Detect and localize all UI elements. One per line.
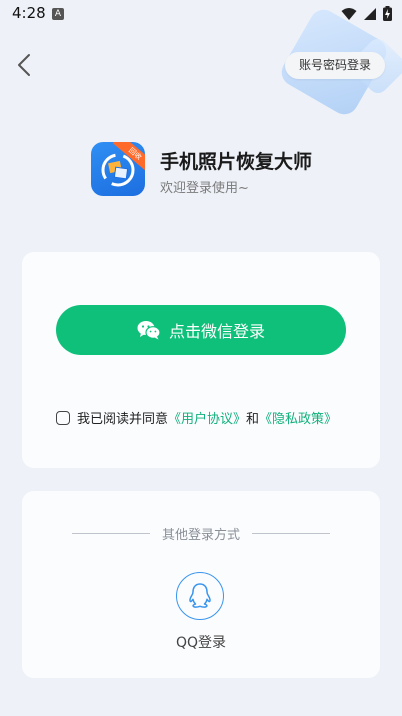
qq-login-label: QQ登录 xyxy=(175,635,227,651)
divider-line-right xyxy=(252,533,331,534)
qq-login-button[interactable] xyxy=(176,572,224,620)
qq-penguin-icon xyxy=(189,583,211,608)
agreement-text: 我已阅读并同意 xyxy=(77,412,169,427)
wechat-icon xyxy=(137,321,161,340)
other-login-divider: 其他登录方式 xyxy=(72,524,331,543)
user-agreement-link[interactable]: 《用户协议》 xyxy=(168,408,246,427)
status-icons xyxy=(341,6,392,21)
wechat-login-button[interactable]: 点击微信登录 xyxy=(56,305,346,355)
notification-icon: A xyxy=(52,8,64,20)
account-password-login-button[interactable]: 账号密码登录 xyxy=(285,52,385,79)
agreement-and: 和 xyxy=(246,412,260,427)
wechat-login-label: 点击微信登录 xyxy=(168,322,265,341)
privacy-policy-link[interactable]: 《隐私政策》 xyxy=(259,408,337,427)
other-login-card: 其他登录方式 QQ登录 xyxy=(22,491,380,678)
agreement-checkbox[interactable] xyxy=(56,410,70,425)
app-subtitle: 欢迎登录使用~ xyxy=(160,181,249,196)
app-title: 手机照片恢复大师 xyxy=(160,151,313,173)
signal-icon xyxy=(364,7,376,20)
agreement-row: 我已阅读并同意 《用户协议》 和 《隐私政策》 xyxy=(56,408,337,427)
chevron-left-icon xyxy=(18,54,30,76)
other-login-heading: 其他登录方式 xyxy=(162,528,241,543)
battery-charging-icon xyxy=(383,6,392,21)
divider-line-left xyxy=(72,533,150,534)
status-time: 4:28 xyxy=(12,4,46,22)
app-logo-icon: 回收 xyxy=(91,142,145,196)
login-card: 点击微信登录 我已阅读并同意 《用户协议》 和 《隐私政策》 xyxy=(22,252,380,468)
back-button[interactable] xyxy=(12,50,40,80)
